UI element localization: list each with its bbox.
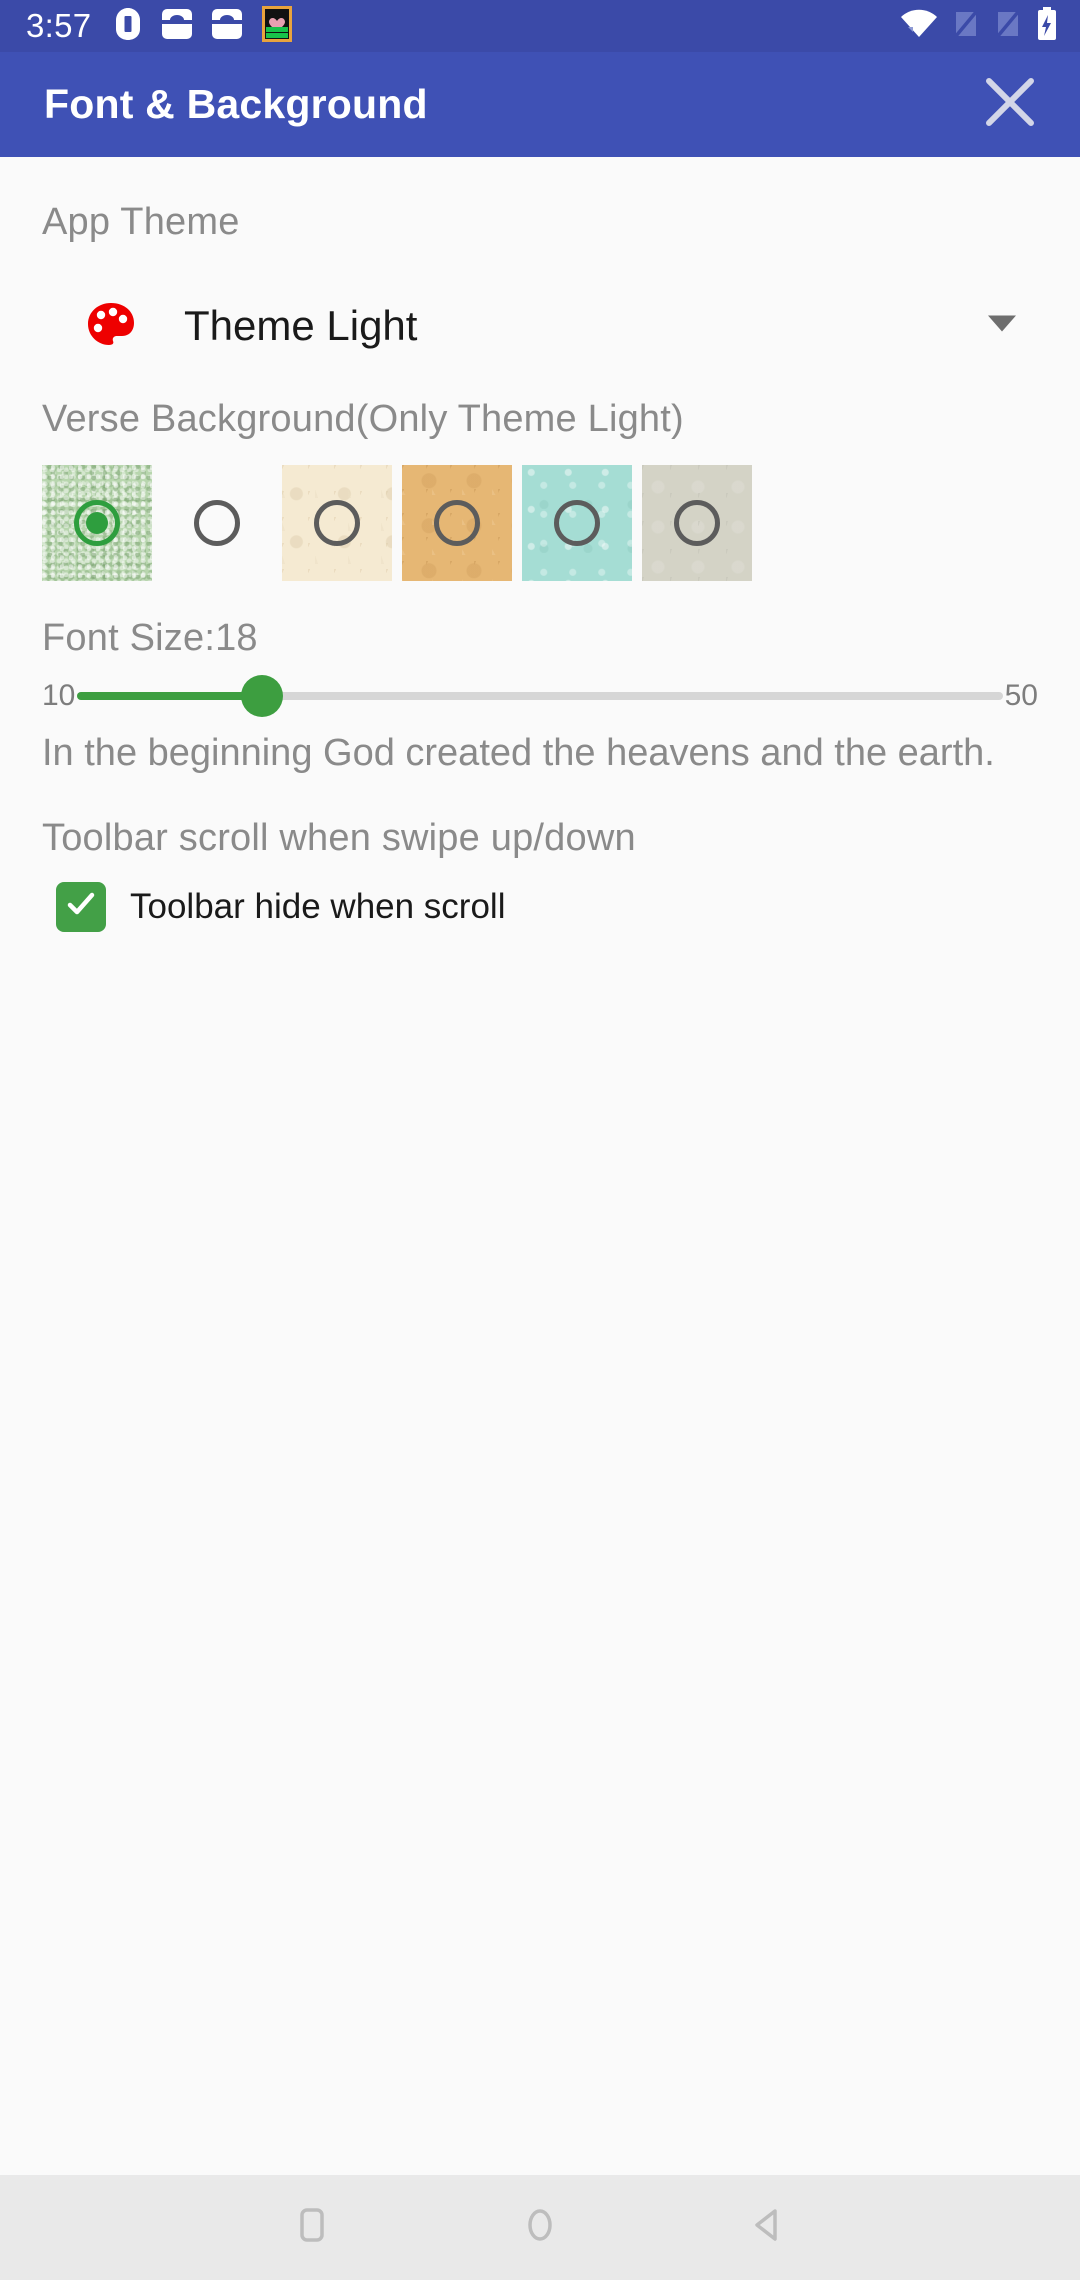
chevron-down-icon (986, 314, 1018, 339)
vpn-key-icon (113, 7, 143, 46)
swatch-green-textured[interactable] (42, 465, 152, 581)
close-button[interactable] (974, 69, 1046, 141)
status-bar: 3:57 (0, 0, 1080, 52)
wifi-icon (900, 9, 938, 44)
font-preview-text: In the beginning God created the heavens… (42, 732, 995, 774)
slider-min-label: 10 (42, 679, 76, 712)
no-sim-2-icon (994, 8, 1022, 45)
battery-charging-icon (1036, 6, 1058, 46)
verse-background-swatches (42, 465, 1038, 581)
swatch-white[interactable] (162, 465, 272, 581)
app-theme-selected-value: Theme Light (184, 302, 418, 349)
sim-card-tray-icon-2 (211, 7, 243, 46)
check-icon (64, 887, 98, 926)
settings-content: App Theme Theme Light Verse Background(O… (0, 157, 1080, 2280)
status-bar-clock: 3:57 (26, 7, 92, 44)
home-button[interactable] (500, 2188, 580, 2268)
swatch-cream[interactable] (282, 465, 392, 581)
toolbar-hide-checkbox-row[interactable]: Toolbar hide when scroll (42, 881, 1038, 932)
swatch-gray-beige[interactable] (642, 465, 752, 581)
slider-fill (77, 692, 263, 700)
toolbar-hide-checkbox[interactable] (56, 881, 106, 932)
app-bar: Font & Background (0, 52, 1080, 157)
palette-icon (84, 299, 138, 353)
font-size-label: Font Size:18 (42, 617, 258, 659)
slider-thumb[interactable] (241, 675, 284, 717)
radio-button[interactable] (314, 500, 360, 546)
slider-max-label: 50 (1004, 679, 1038, 712)
page-title: Font & Background (44, 81, 428, 127)
status-bar-left-icons (113, 5, 293, 48)
app-theme-section-label: App Theme (42, 201, 240, 243)
radio-button[interactable] (554, 500, 600, 546)
triangle-left-icon (748, 2205, 788, 2250)
radio-button[interactable] (194, 500, 240, 546)
status-bar-right-icons (900, 0, 1058, 52)
recents-button[interactable] (272, 2188, 352, 2268)
radio-button[interactable] (674, 500, 720, 546)
back-button[interactable] (728, 2188, 808, 2268)
no-sim-1-icon (952, 8, 980, 45)
android-nav-bar (0, 2175, 1080, 2280)
toolbar-hide-checkbox-label: Toolbar hide when scroll (130, 886, 506, 926)
circle-icon (520, 2205, 560, 2250)
app-notification-icon (261, 5, 293, 48)
sim-card-tray-icon-1 (161, 7, 193, 46)
slider-track[interactable] (77, 675, 1003, 717)
font-size-slider[interactable]: 10 50 (42, 670, 1038, 722)
radio-button[interactable] (434, 500, 480, 546)
swatch-tan[interactable] (402, 465, 512, 581)
close-icon (979, 71, 1041, 138)
radio-button-selected[interactable] (74, 500, 120, 546)
app-theme-dropdown[interactable]: Theme Light (42, 270, 1038, 382)
verse-background-section-label: Verse Background(Only Theme Light) (42, 398, 684, 440)
toolbar-section-label: Toolbar scroll when swipe up/down (42, 816, 636, 859)
swatch-teal[interactable] (522, 465, 632, 581)
square-icon (292, 2205, 332, 2250)
